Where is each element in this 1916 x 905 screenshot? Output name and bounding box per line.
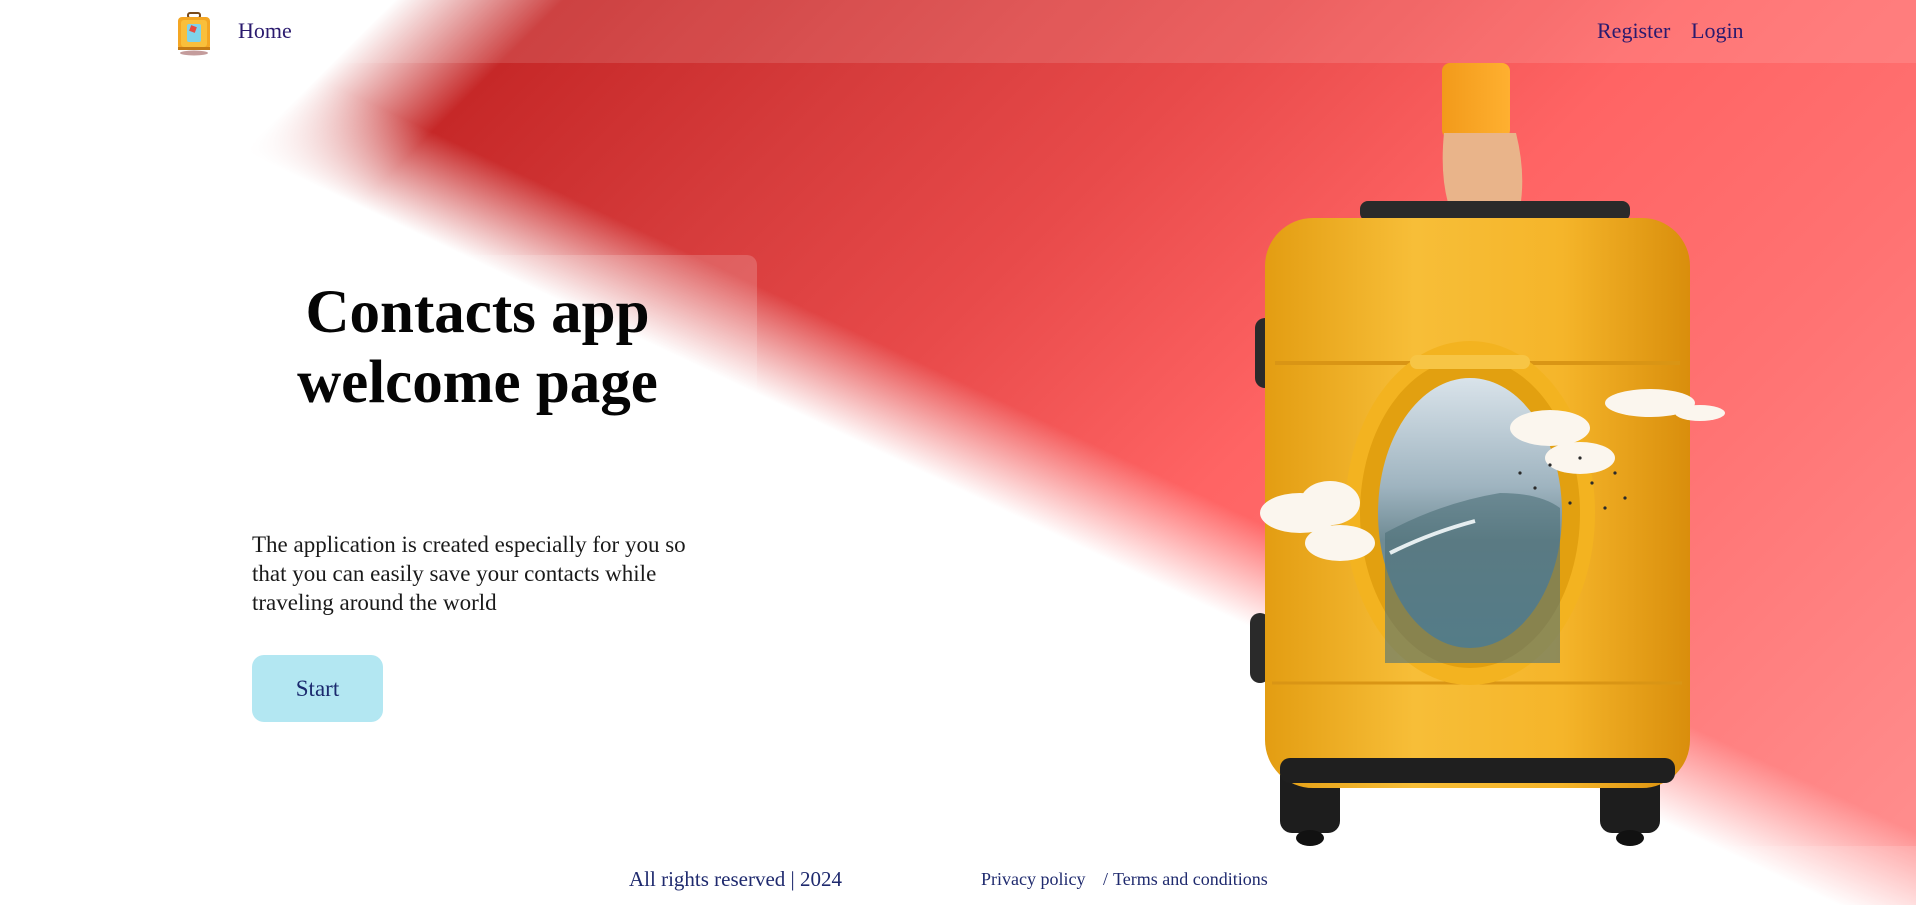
- suitcase-logo-icon[interactable]: [175, 12, 213, 56]
- welcome-page: Home Register Login Contacts app welcome…: [0, 0, 1916, 905]
- footer-bar: [0, 846, 1916, 905]
- nav-login-link[interactable]: Login: [1691, 18, 1744, 44]
- page-title: Contacts app welcome page: [255, 278, 700, 418]
- nav-register-link[interactable]: Register: [1597, 18, 1670, 44]
- copyright-text: All rights reserved | 2024: [629, 867, 842, 891]
- nav-home-link[interactable]: Home: [238, 18, 292, 44]
- privacy-policy-link[interactable]: Privacy policy: [981, 869, 1085, 890]
- title-line-1: Contacts app: [305, 279, 650, 346]
- start-button[interactable]: Start: [252, 655, 383, 722]
- title-line-2: welcome page: [297, 349, 658, 416]
- terms-link[interactable]: Terms and conditions: [1113, 869, 1268, 890]
- footer-separator: /: [1103, 869, 1109, 889]
- top-nav-bar: Home Register Login: [0, 0, 1916, 63]
- hero-description: The application is created especially fo…: [252, 532, 686, 615]
- suitcase-airplane-window-illustration: [1220, 63, 1750, 863]
